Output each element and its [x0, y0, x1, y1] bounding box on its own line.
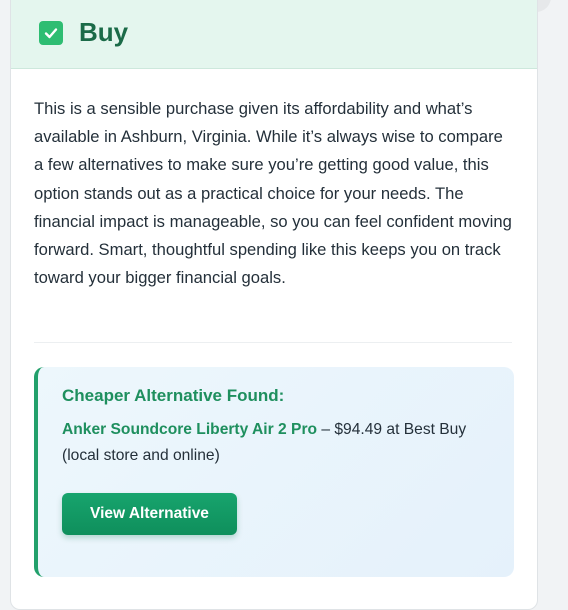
alternative-product-name: Anker Soundcore Liberty Air 2 Pro [62, 421, 318, 438]
check-box-icon [39, 21, 63, 45]
alternative-box: Cheaper Alternative Found: Anker Soundco… [34, 367, 514, 577]
verdict-header: Buy [11, 0, 537, 69]
verdict-explanation: This is a sensible purchase given its af… [34, 99, 512, 288]
alternative-description: Anker Soundcore Liberty Air 2 Pro – $94.… [62, 417, 502, 469]
verdict-card: Buy This is a sensible purchase given it… [10, 0, 538, 610]
view-alternative-button[interactable]: View Alternative [62, 493, 237, 535]
verdict-label: Buy [79, 17, 129, 47]
divider [34, 342, 512, 343]
alternative-title: Cheaper Alternative Found: [62, 386, 285, 405]
